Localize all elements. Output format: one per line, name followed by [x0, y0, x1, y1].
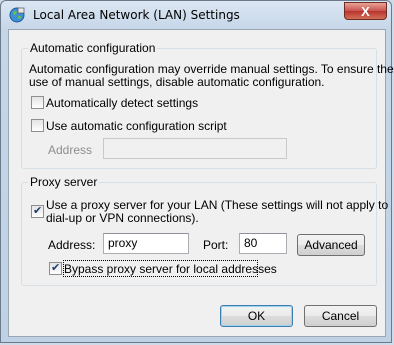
automatically-detect-label[interactable]: Automatically detect settings — [46, 96, 198, 110]
use-proxy-label-line1[interactable]: Use a proxy server for your LAN (These s… — [46, 198, 388, 212]
script-address-label: Address — [48, 143, 93, 157]
proxy-port-label: Port: — [203, 238, 229, 252]
proxy-port-input[interactable]: 80 — [239, 233, 287, 254]
use-proxy-label-line2[interactable]: dial-up or VPN connections). — [46, 211, 199, 225]
close-icon: X — [361, 4, 370, 19]
title-bar[interactable]: Local Area Network (LAN) Settings X — [1, 1, 393, 29]
cancel-button[interactable]: Cancel — [304, 305, 377, 327]
auto-config-script-checkbox[interactable] — [31, 119, 44, 132]
dialog-body: Automatic configuration Automatic config… — [8, 29, 394, 337]
network-globe-icon — [9, 7, 25, 23]
proxy-address-label: Address: — [48, 238, 96, 252]
bypass-local-label[interactable]: Bypass proxy server for local addresses — [64, 262, 277, 276]
script-address-input[interactable] — [103, 138, 287, 159]
proxy-server-legend: Proxy server — [28, 175, 100, 189]
lan-settings-dialog: Local Area Network (LAN) Settings X Auto… — [0, 0, 394, 343]
window-title: Local Area Network (LAN) Settings — [33, 8, 240, 22]
use-proxy-checkbox[interactable] — [31, 204, 44, 218]
close-button[interactable]: X — [344, 2, 387, 20]
ok-button[interactable]: OK — [220, 305, 293, 327]
automatically-detect-checkbox[interactable] — [31, 96, 44, 109]
advanced-button[interactable]: Advanced — [297, 234, 365, 256]
bypass-local-checkbox[interactable] — [49, 261, 62, 275]
proxy-address-input[interactable]: proxy — [103, 233, 189, 254]
auto-config-script-label[interactable]: Use automatic configuration script — [46, 119, 227, 133]
auto-config-description-line2: use of manual settings, disable automati… — [29, 75, 325, 89]
auto-config-description-line1: Automatic configuration may override man… — [29, 62, 394, 76]
automatic-configuration-legend: Automatic configuration — [28, 41, 158, 55]
